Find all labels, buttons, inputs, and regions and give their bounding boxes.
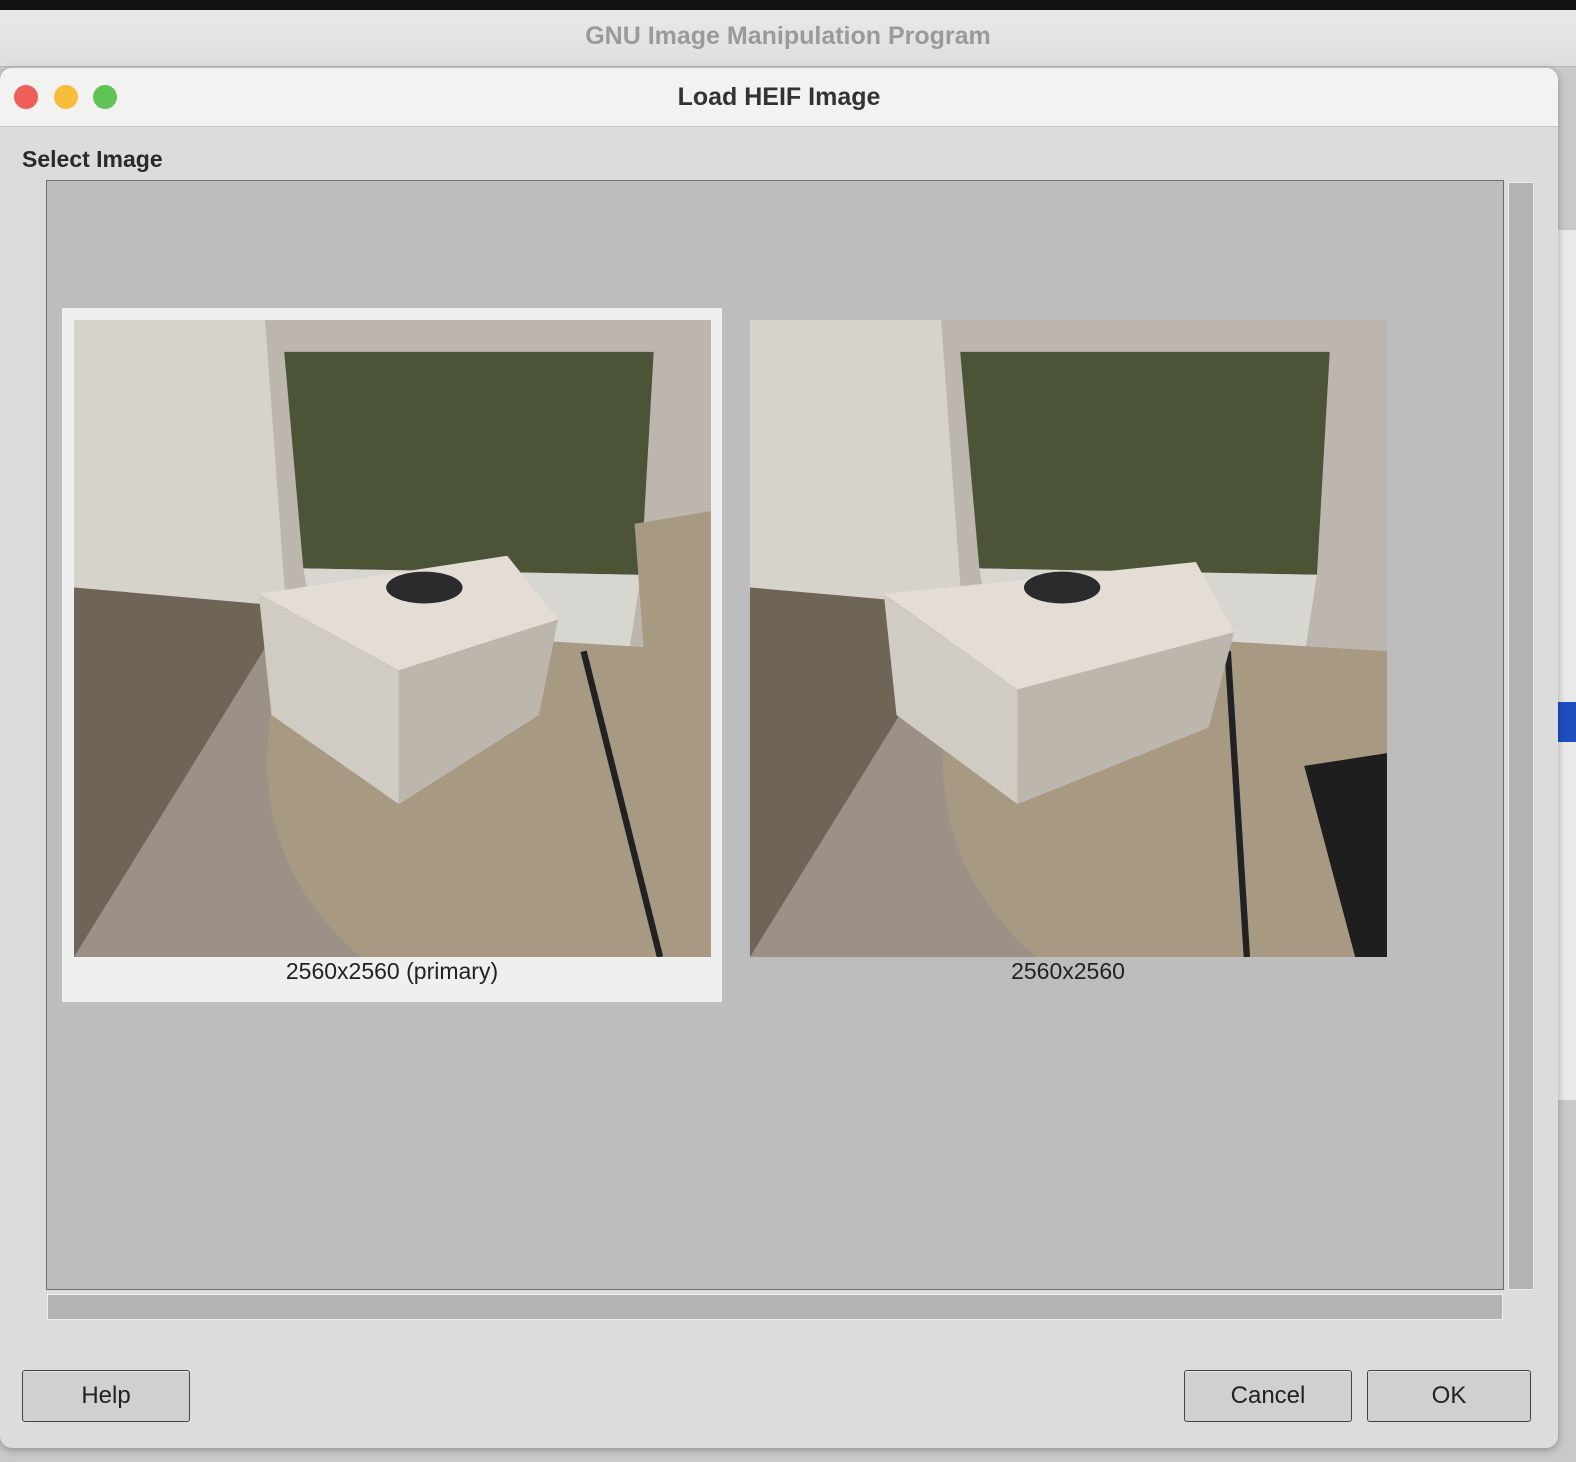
close-window-button[interactable] (14, 85, 38, 109)
image-thumbnail (750, 320, 1387, 957)
image-thumbnail-item[interactable]: 2560x2560 (primary) (62, 308, 722, 1002)
image-selection-view: 2560x2560 (primary) 2560x2560 (46, 180, 1504, 1290)
image-thumbnail-item[interactable]: 2560x2560 (738, 308, 1398, 1002)
app-title-bar: GNU Image Manipulation Program (0, 10, 1576, 67)
dialog-titlebar: Load HEIF Image (0, 68, 1558, 127)
app-title: GNU Image Manipulation Program (585, 22, 991, 50)
background-selected-row (1558, 702, 1576, 742)
cancel-button[interactable]: Cancel (1184, 1370, 1352, 1422)
background-window-strip (1558, 230, 1576, 1100)
vertical-scrollbar[interactable] (1508, 182, 1534, 1290)
load-heif-dialog: Load HEIF Image Select Image 2560x2560 (… (0, 68, 1558, 1448)
help-button[interactable]: Help (22, 1370, 190, 1422)
minimize-window-button[interactable] (54, 85, 78, 109)
image-thumbnail (74, 320, 711, 957)
system-menu-bar (0, 0, 1576, 10)
dialog-title: Load HEIF Image (677, 83, 881, 111)
image-caption: 2560x2560 (primary) (285, 958, 499, 984)
zoom-window-button[interactable] (93, 85, 117, 109)
select-image-label: Select Image (22, 146, 163, 172)
horizontal-scrollbar[interactable] (47, 1294, 1503, 1320)
image-caption: 2560x2560 (1011, 958, 1125, 984)
ok-button[interactable]: OK (1367, 1370, 1531, 1422)
